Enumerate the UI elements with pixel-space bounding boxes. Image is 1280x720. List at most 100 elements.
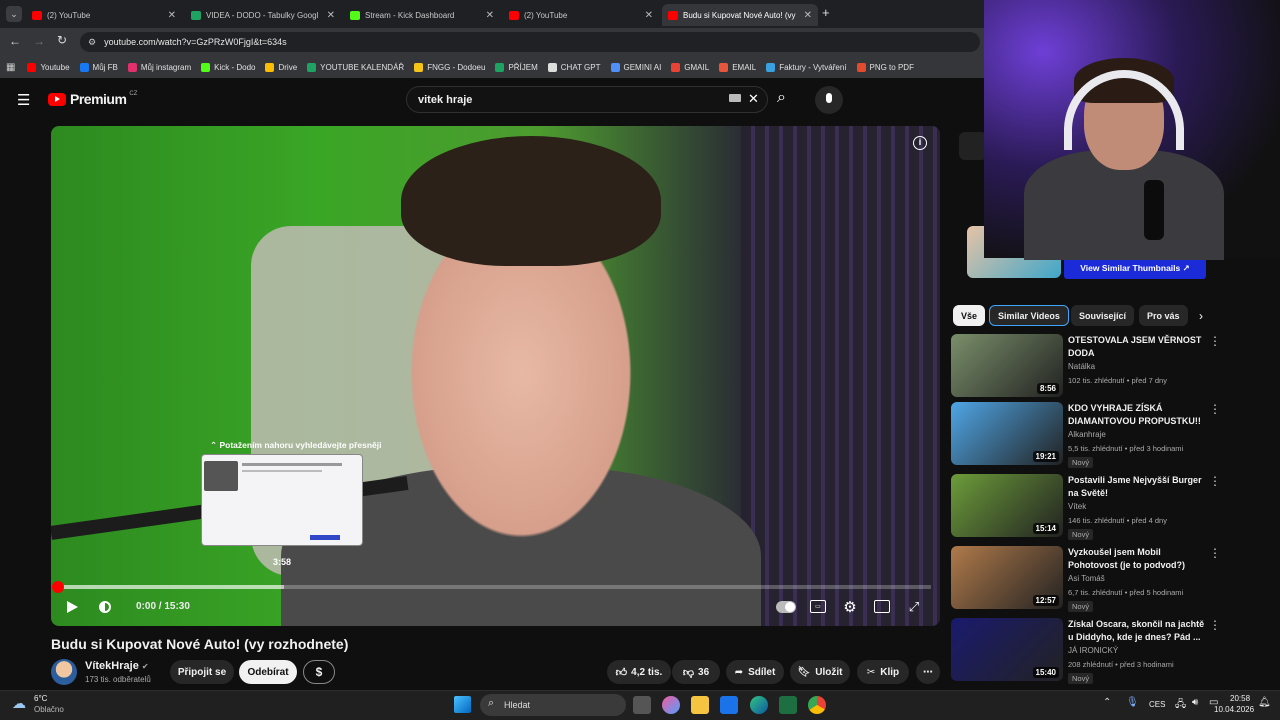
volume-tray-icon[interactable]: 🔊︎ <box>1192 697 1198 708</box>
chevron-right-icon[interactable]: › <box>1199 309 1203 323</box>
file-explorer-icon[interactable] <box>691 696 709 714</box>
settings-button[interactable]: ⚙ <box>841 598 859 616</box>
bookmark-item[interactable]: Youtube <box>27 62 70 72</box>
search-icon[interactable]: ⌕ <box>777 89 786 107</box>
volume-button[interactable] <box>96 598 114 616</box>
recommended-channel[interactable]: Natálka <box>1068 362 1095 371</box>
bookmark-item[interactable]: EMAIL <box>719 62 756 72</box>
recommended-channel[interactable]: Asi Tomáš <box>1068 574 1105 583</box>
miniplayer-button[interactable] <box>874 600 890 613</box>
network-icon[interactable]: 🖧︎ <box>1175 697 1186 714</box>
language-indicator[interactable]: CES <box>1149 700 1165 709</box>
address-bar[interactable]: ⚙ youtube.com/watch?v=GzPRzW0FjgI&t=634s <box>80 32 980 52</box>
search-input[interactable]: vitek hraje ✕ <box>406 86 768 113</box>
bookmark-item[interactable]: Drive <box>265 62 297 72</box>
recommended-video[interactable]: 15:40 Získal Oscara, skončil na jachtě u … <box>951 618 1221 684</box>
subtitles-button[interactable]: ▭ <box>810 600 826 613</box>
bookmark-item[interactable]: YOUTUBE KALENDÁŘ <box>307 62 404 72</box>
close-icon[interactable]: ✕ <box>327 10 335 21</box>
video-thumbnail[interactable]: 15:40 <box>951 618 1063 681</box>
clock-date[interactable]: 10.04.2026 <box>1214 705 1254 714</box>
recommended-channel[interactable]: JÁ IRONICKÝ <box>1068 646 1118 655</box>
start-icon[interactable] <box>454 696 471 713</box>
more-actions-button[interactable]: ⋯ <box>916 660 940 684</box>
clip-button[interactable]: ✂ Klip <box>857 660 909 684</box>
tab-youtube-2[interactable]: (2) YouTube ✕ <box>503 4 659 26</box>
tab-sheets[interactable]: VIDEA - DODO - Tabulky Googl ✕ <box>185 4 341 26</box>
edge-icon[interactable] <box>750 696 768 714</box>
autoplay-toggle[interactable] <box>776 601 796 613</box>
video-thumbnail[interactable]: 12:57 <box>951 546 1063 609</box>
more-options-icon[interactable]: ⋮ <box>1209 474 1221 488</box>
channel-name[interactable]: VítekHraje ✔ <box>85 660 149 672</box>
apps-icon[interactable]: ▦ <box>6 62 15 73</box>
video-player[interactable]: i <box>51 126 940 626</box>
chip-for-you[interactable]: Pro vás <box>1139 305 1188 326</box>
recommended-channel[interactable]: Alkanhraje <box>1068 430 1106 439</box>
dislike-button[interactable]: 👎︎ 36 <box>672 660 720 684</box>
chip-related[interactable]: Související <box>1071 305 1135 326</box>
fullscreen-button[interactable]: ⤢ <box>905 598 923 616</box>
share-button[interactable]: ➦ Sdílet <box>726 660 784 684</box>
voice-search-button[interactable] <box>815 86 843 114</box>
mic-tray-icon[interactable]: 🎙︎ <box>1126 697 1139 708</box>
close-icon[interactable]: ✕ <box>486 10 494 21</box>
subscribe-button[interactable]: Odebírat <box>239 660 297 684</box>
recommended-title[interactable]: KDO VYHRAJE ZÍSKÁ DIAMANTOVOU PROPUSTKU!… <box>1068 402 1208 428</box>
recommended-video[interactable]: 8:56 OTESTOVALA JSEM VĚRNOST DODA Natálka 1… <box>951 334 1221 400</box>
chip-all[interactable]: Vše <box>953 305 986 326</box>
bookmark-item[interactable]: Kick - Dodo <box>201 62 255 72</box>
bookmark-item[interactable]: GEMINI AI <box>610 62 661 72</box>
recommended-title[interactable]: Získal Oscara, skončil na jachtě u Diddy… <box>1068 618 1208 644</box>
bookmark-item[interactable]: CHAT GPT <box>547 62 601 72</box>
recommended-channel[interactable]: Vítek <box>1068 502 1086 511</box>
more-options-icon[interactable]: ⋮ <box>1209 402 1221 416</box>
close-icon[interactable]: ✕ <box>804 10 812 21</box>
task-view-icon[interactable] <box>633 696 651 714</box>
more-options-icon[interactable]: ⋮ <box>1209 618 1221 632</box>
youtube-logo[interactable]: Premium CZ <box>48 91 137 107</box>
recommended-video[interactable]: 15:14 Postavili Jsme Nejvyšší Burger na S… <box>951 474 1221 540</box>
info-icon[interactable]: i <box>913 136 927 150</box>
bookmark-item[interactable]: PNG to PDF <box>856 62 914 72</box>
outlook-icon[interactable] <box>720 696 738 714</box>
tab-active-video[interactable]: Budu si Kupovat Nové Auto! (vy ✕ <box>662 4 818 26</box>
video-thumbnail[interactable]: 19:21 <box>951 402 1063 465</box>
view-similar-thumbnails-button[interactable]: View Similar Thumbnails ↗ <box>1064 257 1206 279</box>
close-icon[interactable]: ✕ <box>645 10 653 21</box>
save-button[interactable]: 🔖︎ Uložit <box>790 660 850 684</box>
join-button[interactable]: Připojit se <box>170 660 234 684</box>
like-button[interactable]: 👍︎ 4,2 tis. <box>607 660 671 684</box>
reload-icon[interactable]: ↻ <box>57 33 67 47</box>
recommended-video[interactable]: 19:21 KDO VYHRAJE ZÍSKÁ DIAMANTOVOU PROPU… <box>951 402 1221 468</box>
play-button[interactable] <box>63 598 81 616</box>
tab-kick[interactable]: Stream - Kick Dashboard ✕ <box>344 4 500 26</box>
recommended-title[interactable]: Postavili Jsme Nejvyšší Burger na Světě! <box>1068 474 1208 500</box>
video-thumbnail[interactable]: 8:56 <box>951 334 1063 397</box>
forward-icon[interactable]: → <box>33 34 45 48</box>
chip-similar-videos[interactable]: Similar Videos <box>989 305 1069 326</box>
menu-icon[interactable]: ☰ <box>17 91 30 109</box>
new-tab-button[interactable]: + <box>822 5 830 20</box>
channel-avatar[interactable] <box>51 659 77 685</box>
thanks-button[interactable]: $ <box>303 660 335 684</box>
close-icon[interactable]: ✕ <box>168 10 176 21</box>
recommended-video[interactable]: 12:57 Vyzkoušel jsem Mobil Pohotovost (je… <box>951 546 1221 612</box>
back-icon[interactable]: ← <box>9 34 21 48</box>
video-thumbnail[interactable]: 15:14 <box>951 474 1063 537</box>
keyboard-icon[interactable] <box>729 94 741 102</box>
bookmark-item[interactable]: Faktury - Vytváření <box>766 62 847 72</box>
bookmark-item[interactable]: FNGG - Dodoeu <box>414 62 485 72</box>
more-options-icon[interactable]: ⋮ <box>1209 334 1221 348</box>
weather-icon[interactable]: ☁ <box>12 695 26 712</box>
taskbar-search[interactable]: ⌕ Hledat <box>480 694 626 716</box>
notification-icon[interactable]: 🔔︎ <box>1258 697 1271 708</box>
bookmark-item[interactable]: PŘÍJEM <box>495 62 538 72</box>
chrome-icon[interactable] <box>808 696 826 714</box>
site-info-icon[interactable]: ⚙ <box>88 37 96 48</box>
scrubber-handle[interactable] <box>52 581 64 593</box>
recommended-title[interactable]: Vyzkoušel jsem Mobil Pohotovost (je to p… <box>1068 546 1208 572</box>
clock-time[interactable]: 20:58 <box>1230 694 1250 703</box>
copilot-icon[interactable] <box>662 696 680 714</box>
recommended-title[interactable]: OTESTOVALA JSEM VĚRNOST DODA <box>1068 334 1208 360</box>
